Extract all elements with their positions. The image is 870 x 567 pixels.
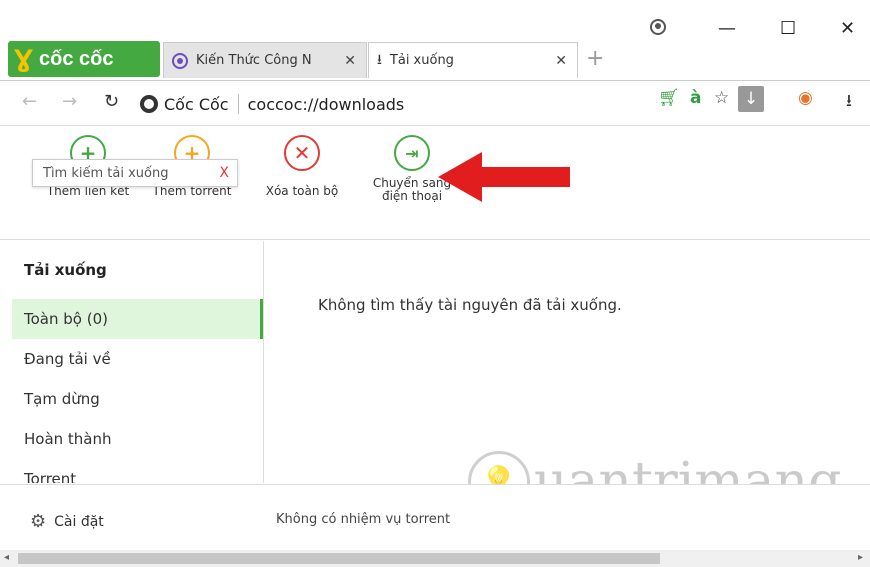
sidebar-item-torrent[interactable]: Torrent bbox=[12, 459, 263, 483]
sidebar-item-all[interactable]: Toàn bộ (0) bbox=[12, 299, 263, 339]
cart-icon[interactable]: 🛒︎ bbox=[658, 88, 680, 108]
torrent-status: Không có nhiệm vụ torrent bbox=[276, 512, 451, 527]
tab-close-icon[interactable]: ✕ bbox=[555, 53, 567, 69]
search-downloads-input[interactable]: Tìm kiếm tải xuống X bbox=[32, 159, 238, 187]
omnibox[interactable]: Cốc Cốc coccoc://downloads bbox=[140, 88, 784, 120]
tab-kien-thuc[interactable]: Kiến Thức Công N ✕ bbox=[163, 42, 367, 78]
translate-icon[interactable]: à bbox=[690, 88, 701, 108]
delete-all-button[interactable]: ✕ Xóa toàn bộ bbox=[262, 135, 342, 198]
profile-icon[interactable] bbox=[650, 19, 666, 35]
sidebar-item-paused[interactable]: Tạm dừng bbox=[12, 379, 263, 419]
downloads-footer: ⚙ Cài đặt Không có nhiệm vụ torrent bbox=[0, 484, 870, 550]
coccoc-logo[interactable]: Ɣ cốc cốc bbox=[8, 41, 160, 77]
delete-icon: ✕ bbox=[284, 135, 320, 171]
new-tab-button[interactable]: + bbox=[586, 46, 604, 71]
coccoc-logo-icon: Ɣ bbox=[14, 45, 34, 73]
search-placeholder: Tìm kiếm tải xuống bbox=[43, 165, 169, 181]
tab-label: Kiến Thức Công N bbox=[196, 53, 312, 68]
coccoc-ext-icon[interactable]: ◉ bbox=[798, 88, 813, 108]
delete-all-label: Xóa toàn bộ bbox=[265, 184, 339, 198]
close-button[interactable]: ✕ bbox=[840, 18, 855, 39]
download-ext-icon[interactable]: ↓ bbox=[738, 86, 764, 112]
red-arrow-annotation bbox=[438, 152, 570, 202]
site-name: Cốc Cốc bbox=[164, 94, 229, 114]
clear-search-icon[interactable]: X bbox=[219, 165, 229, 181]
coccoc-site-icon bbox=[140, 95, 158, 113]
minimize-button[interactable]: — bbox=[718, 18, 736, 39]
forward-icon[interactable]: → bbox=[62, 91, 77, 112]
settings-label: Cài đặt bbox=[54, 513, 104, 530]
logo-text: cốc cốc bbox=[39, 47, 114, 70]
title-bar: — ☐ ✕ Ɣ cốc cốc Kiến Thức Công N ✕ ⭳ Tải… bbox=[0, 0, 870, 80]
url-text[interactable]: coccoc://downloads bbox=[248, 95, 405, 114]
back-icon[interactable]: ← bbox=[22, 91, 37, 112]
tab-downloads[interactable]: ⭳ Tải xuống ✕ bbox=[368, 42, 578, 78]
download-tab-icon: ⭳ bbox=[377, 51, 382, 68]
scroll-left-icon[interactable]: ◂ bbox=[4, 552, 9, 563]
scrollbar-thumb[interactable] bbox=[18, 553, 660, 564]
star-icon[interactable]: ☆ bbox=[714, 88, 729, 108]
divider bbox=[237, 94, 239, 114]
phone-transfer-icon: ⇥ bbox=[394, 135, 430, 171]
sidebar-title: Tải xuống bbox=[24, 261, 107, 279]
empty-downloads-message: Không tìm thấy tài nguyên đã tải xuống. bbox=[318, 296, 622, 314]
horizontal-scrollbar[interactable]: ◂ ▸ bbox=[0, 550, 870, 567]
downloads-toolbar: + Thêm liên kết + Thêm torrent ✕ Xóa toà… bbox=[0, 127, 870, 240]
settings-button[interactable]: ⚙ Cài đặt bbox=[30, 511, 104, 532]
downloads-sidebar: Tải xuống Toàn bộ (0) Đang tải về Tạm dừ… bbox=[0, 241, 264, 483]
tab-label: Tải xuống bbox=[389, 53, 454, 68]
gear-icon: ⚙ bbox=[30, 511, 47, 532]
maximize-button[interactable]: ☐ bbox=[780, 18, 796, 39]
reload-icon[interactable]: ↻ bbox=[104, 91, 119, 112]
download-icon[interactable]: ⭳ bbox=[846, 88, 852, 117]
sidebar-item-downloading[interactable]: Đang tải về bbox=[12, 339, 263, 379]
scroll-right-icon[interactable]: ▸ bbox=[858, 552, 863, 563]
tab-close-icon[interactable]: ✕ bbox=[344, 53, 356, 69]
site-favicon-icon bbox=[172, 52, 188, 69]
sidebar-item-completed[interactable]: Hoàn thành bbox=[12, 419, 263, 459]
